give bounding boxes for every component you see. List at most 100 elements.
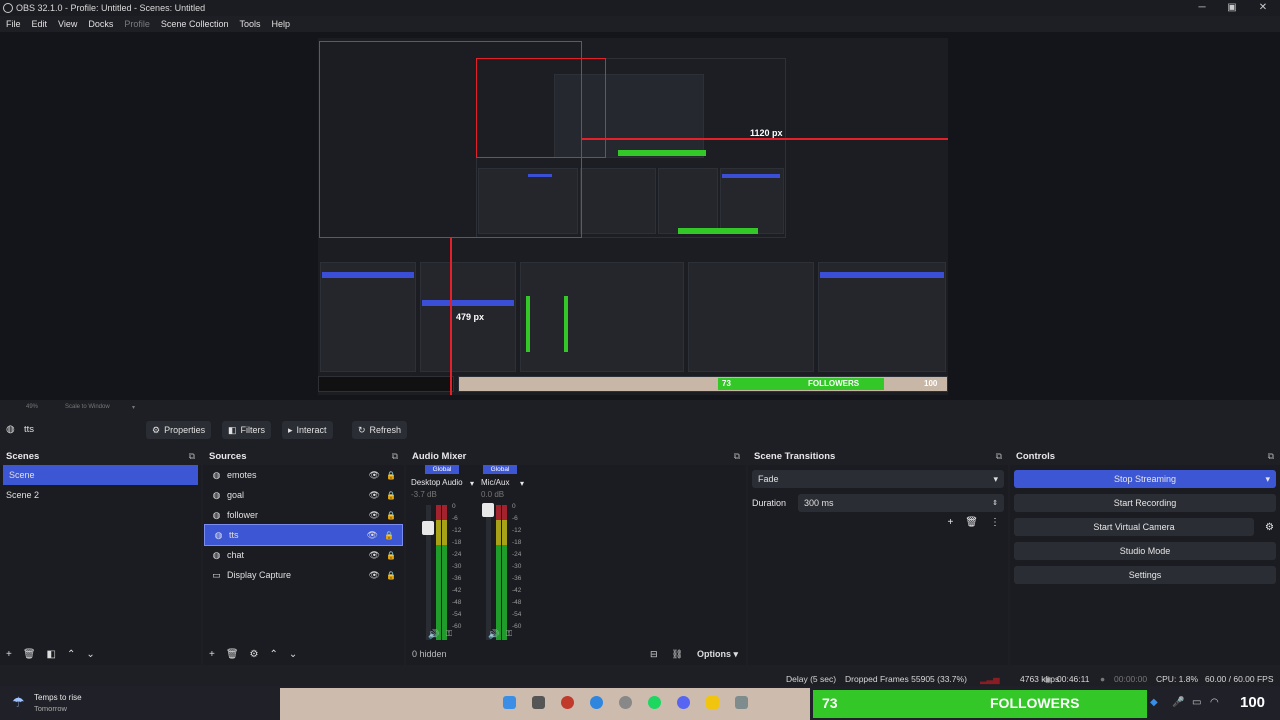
channel-tag: Global [483,465,517,474]
dock-menu-icon[interactable]: ⧉ [996,451,1002,462]
start-recording-button[interactable]: Start Recording [1014,494,1276,512]
visibility-eye-icon[interactable]: 👁 [369,550,380,561]
menu-scene-collection[interactable]: Scene Collection [161,19,229,29]
dock-menu-icon[interactable]: ⧉ [189,451,195,462]
arrow-up-icon[interactable]: ⌃ [270,649,278,660]
source-item[interactable]: ◍ emotes 👁 🔒 [203,465,404,485]
lock-icon[interactable]: 🔒 [386,571,396,580]
lock-icon[interactable]: ⚿ [446,629,452,639]
volume-slider-track[interactable] [486,505,491,640]
spin-arrows-icon[interactable]: ⇕ [992,499,998,507]
weather-icon[interactable]: ☂ [12,694,25,711]
speaker-icon[interactable]: 🔊 [488,629,499,640]
refresh-button[interactable]: ↻ Refresh [352,421,408,439]
settings-button[interactable]: Settings [1014,566,1276,584]
preview-canvas[interactable]: FOLLOWERS 73 100 1120 px 479 px [318,38,948,395]
lock-icon[interactable]: 🔒 [386,511,396,520]
properties-button[interactable]: ⚙ Properties [146,421,212,439]
mixer-options-button[interactable]: Options ▾ [697,649,738,660]
duration-spinbox[interactable]: 300 ms ⇕ [798,494,1004,512]
spotify-icon[interactable] [648,696,661,709]
filters-button[interactable]: ◧ Filters [222,421,272,439]
weather-title[interactable]: Temps to rise [34,693,82,702]
visibility-eye-icon[interactable]: 👁 [369,490,380,501]
gear-icon[interactable]: ⚙ [1265,522,1274,533]
gear-icon[interactable]: ⚙ [250,649,259,660]
channel-name[interactable]: Mic/Aux [481,478,551,487]
meter-tick-label: 0 [512,503,516,510]
search-icon[interactable] [532,696,545,709]
maximize-icon[interactable]: ▣ [1217,0,1247,16]
edge-icon[interactable] [590,696,603,709]
app-icon[interactable] [619,696,632,709]
interact-button[interactable]: ▸ Interact [282,421,333,439]
zoom-level[interactable]: 49% [26,404,38,410]
mic-tray-icon[interactable]: 🎤 [1172,697,1184,708]
menu-view[interactable]: View [58,19,77,29]
obs-taskbar-icon[interactable] [561,696,574,709]
menu-file[interactable]: File [6,19,21,29]
arrow-down-icon[interactable]: ⌄ [86,649,94,660]
dock-menu-icon[interactable]: ⧉ [734,451,740,462]
visibility-eye-icon[interactable]: 👁 [369,510,380,521]
discord-icon[interactable] [677,696,690,709]
display-tray-icon[interactable]: ▭ [1192,697,1201,708]
add-icon[interactable]: + [6,649,12,660]
settings-app-icon[interactable] [735,696,748,709]
browser-icon: ◍ [212,509,221,520]
chevron-down-icon[interactable]: ▾ [1265,474,1270,485]
dock-menu-icon[interactable]: ⧉ [392,451,398,462]
volume-slider-handle[interactable] [422,521,434,535]
source-item[interactable]: ◍ goal 👁 🔒 [203,485,404,505]
close-icon[interactable]: ✕ [1248,0,1278,16]
menu-help[interactable]: Help [271,19,290,29]
menu-edit[interactable]: Edit [32,19,48,29]
wifi-tray-icon[interactable]: ◠ [1210,697,1219,708]
lock-icon[interactable]: 🔒 [386,491,396,500]
minimize-icon[interactable]: ─ [1187,0,1217,16]
link-icon[interactable]: ⛓ [672,649,683,660]
scene-item[interactable]: Scene 2 [0,485,201,505]
arrow-up-icon[interactable]: ⌃ [67,649,75,660]
more-icon[interactable]: ⋮ [990,517,1000,528]
trash-icon[interactable]: 🗑 [965,517,978,528]
source-item[interactable]: ◍ tts 👁 🔒 [204,524,403,546]
menu-tools[interactable]: Tools [239,19,260,29]
lock-icon[interactable]: ⚿ [506,629,512,639]
visibility-eye-icon[interactable]: 👁 [367,530,378,541]
visibility-eye-icon[interactable]: 👁 [369,470,380,481]
scale-dropdown-icon[interactable]: ▾ [132,404,135,411]
stop-streaming-button[interactable]: Stop Streaming ▾ [1014,470,1276,488]
trash-icon[interactable]: 🗑 [23,649,36,660]
studio-mode-button[interactable]: Studio Mode [1014,542,1276,560]
arrow-down-icon[interactable]: ⌄ [289,649,297,660]
notes-icon[interactable] [706,696,719,709]
lock-icon[interactable]: 🔒 [384,531,394,540]
filter-icon[interactable]: ◧ [47,649,56,660]
windows-start-icon[interactable] [503,696,516,709]
chevron-down-icon[interactable]: ▾ [470,479,474,488]
lock-icon[interactable]: 🔒 [386,471,396,480]
add-icon[interactable]: + [947,517,953,528]
dock-menu-icon[interactable]: ⧉ [1268,451,1274,462]
menu-docks[interactable]: Docks [88,19,113,29]
meter-tick-label: -6 [512,515,518,522]
menu-profile[interactable]: Profile [124,19,150,29]
layout-icon[interactable]: ⊟ [650,649,658,660]
scene-item[interactable]: Scene [3,465,198,485]
visibility-eye-icon[interactable]: 👁 [369,570,380,581]
start-virtual-camera-button[interactable]: Start Virtual Camera ⚙ [1014,518,1274,536]
lock-icon[interactable]: 🔒 [386,551,396,560]
add-icon[interactable]: + [209,649,215,660]
network-tray-icon[interactable]: ◆ [1150,697,1158,708]
scale-mode[interactable]: Scale to Window [65,404,110,410]
hidden-count[interactable]: 0 hidden [412,649,447,659]
source-item[interactable]: ◍ follower 👁 🔒 [203,505,404,525]
speaker-icon[interactable]: 🔊 [428,629,439,640]
chevron-down-icon[interactable]: ▾ [520,479,524,488]
trash-icon[interactable]: 🗑 [226,649,239,660]
volume-slider-handle[interactable] [482,503,494,517]
source-item[interactable]: ◍ chat 👁 🔒 [203,545,404,565]
source-item[interactable]: ▭ Display Capture 👁 🔒 [203,565,404,585]
transition-select[interactable]: Fade ▾ [752,470,1004,488]
